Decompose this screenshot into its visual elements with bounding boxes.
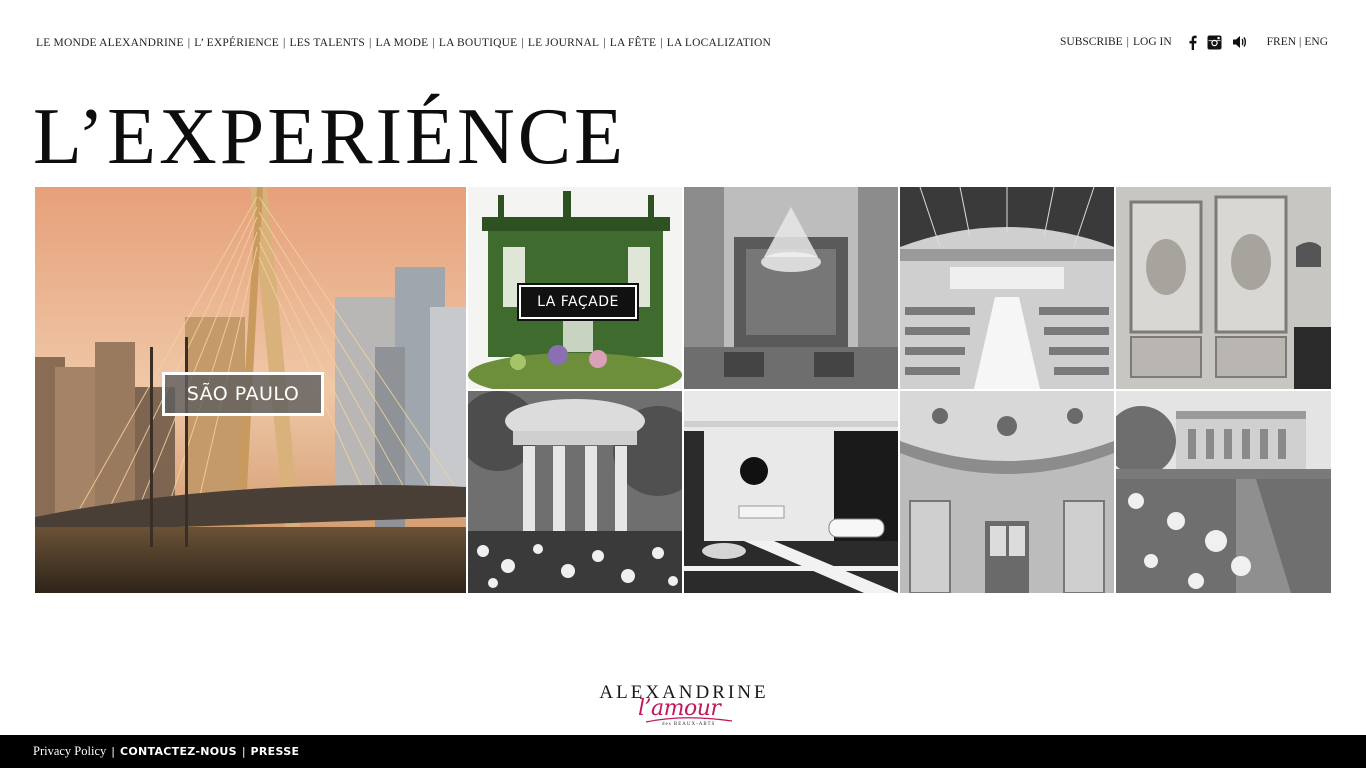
- page-title: L’EXPERIÉNCE: [33, 93, 627, 181]
- sao-paulo-label[interactable]: SÃO PAULO: [162, 372, 324, 416]
- language-fr[interactable]: FREN: [1267, 36, 1296, 48]
- brand-logo[interactable]: ALEXANDRINE l’amour des BEAUX-ARTS: [584, 682, 784, 734]
- tile-boiserie[interactable]: [1116, 187, 1331, 389]
- sound-icon[interactable]: [1232, 35, 1247, 49]
- tile-petit-trianon[interactable]: [1116, 391, 1331, 593]
- runway-hall-image: [900, 187, 1114, 389]
- language-separator: |: [1299, 36, 1302, 48]
- experience-gallery: SÃO PAULO LA FAÇADE: [35, 187, 1331, 593]
- boiserie-image: [1116, 187, 1331, 389]
- nav-separator: |: [603, 37, 606, 49]
- utility-nav: SUBSCRIBE | LOG IN FREN | ENG: [1060, 34, 1328, 50]
- social-links: [1188, 35, 1247, 50]
- nav-item-boutique[interactable]: LA BOUTIQUE: [439, 37, 518, 49]
- subscribe-link[interactable]: SUBSCRIBE: [1060, 36, 1123, 48]
- privacy-policy-link[interactable]: Privacy Policy: [33, 744, 106, 759]
- language-switcher: FREN | ENG: [1267, 36, 1328, 48]
- logo-sub-des: des: [662, 722, 672, 727]
- facebook-icon[interactable]: [1188, 35, 1197, 50]
- nav-separator: |: [368, 37, 372, 49]
- tile-chandelier-salon[interactable]: [684, 187, 898, 389]
- instagram-icon[interactable]: [1207, 35, 1222, 50]
- contact-link[interactable]: CONTACTEZ-NOUS: [120, 745, 237, 758]
- nav-separator: |: [187, 37, 191, 49]
- nav-item-localization[interactable]: LA LOCALIZATION: [667, 37, 771, 49]
- nav-separator: |: [660, 37, 663, 49]
- nav-item-mode[interactable]: LA MODE: [375, 37, 428, 49]
- press-link[interactable]: PRESSE: [251, 745, 300, 758]
- nav-item-le-monde[interactable]: LE MONDE ALEXANDRINE: [36, 37, 184, 49]
- facade-label[interactable]: LA FAÇADE: [517, 283, 639, 321]
- nav-item-journal[interactable]: LE JOURNAL: [528, 37, 599, 49]
- nav-item-talents[interactable]: LES TALENTS: [289, 37, 365, 49]
- footer-separator: |: [241, 745, 246, 758]
- tile-painted-ceiling[interactable]: [900, 391, 1114, 593]
- nav-separator: |: [521, 37, 524, 49]
- petit-trianon-image: [1116, 391, 1331, 593]
- footer-bar: Privacy Policy | CONTACTEZ-NOUS | PRESSE: [0, 735, 1366, 768]
- utility-separator: |: [1126, 36, 1129, 48]
- logo-sub-beaux-arts: BEAUX-ARTS: [673, 722, 716, 727]
- language-en[interactable]: ENG: [1304, 36, 1328, 48]
- tile-modern-room[interactable]: [684, 391, 898, 593]
- tile-sao-paulo[interactable]: SÃO PAULO: [35, 187, 466, 593]
- painted-ceiling-image: [900, 391, 1114, 593]
- nav-item-experience[interactable]: L’ EXPÉRIENCE: [194, 37, 279, 49]
- tile-runway-hall[interactable]: [900, 187, 1114, 389]
- nav-item-fete[interactable]: LA FÊTE: [610, 37, 656, 49]
- nav-separator: |: [432, 37, 435, 49]
- footer-separator: |: [111, 745, 115, 758]
- tile-la-facade[interactable]: LA FAÇADE: [468, 187, 682, 389]
- modern-room-image: [684, 391, 898, 593]
- logo-subline: des BEAUX-ARTS: [662, 722, 715, 727]
- chandelier-salon-image: [684, 187, 898, 389]
- nav-separator: |: [282, 37, 286, 49]
- main-nav: LE MONDE ALEXANDRINE | L’ EXPÉRIENCE | L…: [36, 36, 771, 50]
- tile-temple[interactable]: [468, 391, 682, 593]
- temple-image: [468, 391, 682, 593]
- login-link[interactable]: LOG IN: [1133, 36, 1172, 48]
